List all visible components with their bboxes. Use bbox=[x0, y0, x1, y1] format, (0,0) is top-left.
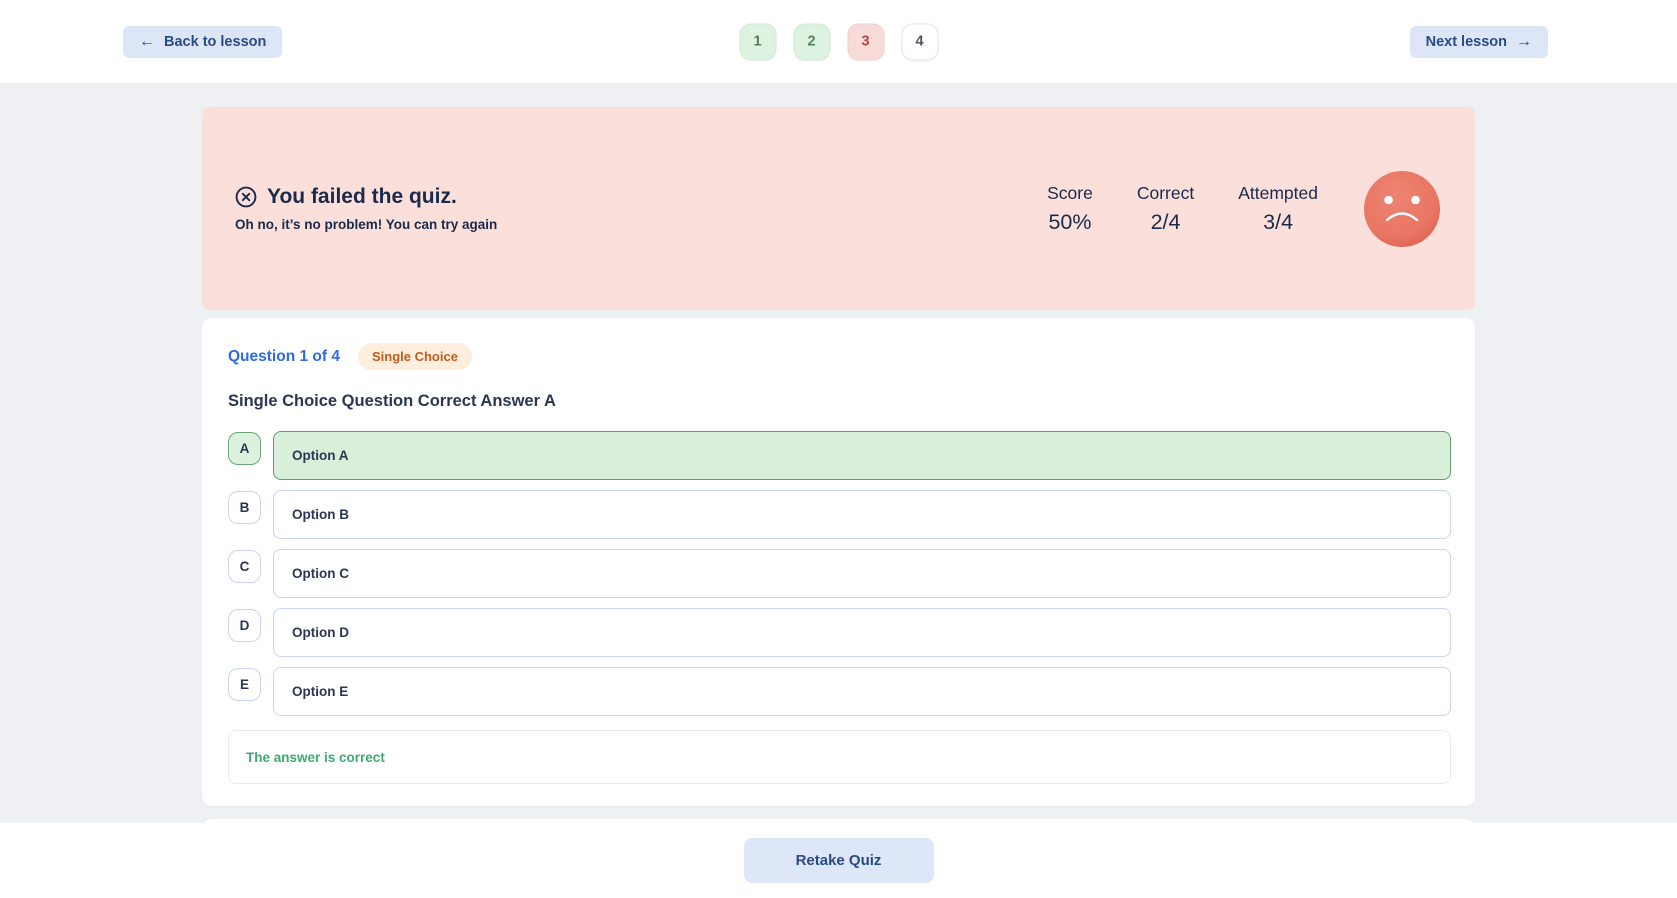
option-letter-badge-e[interactable]: E bbox=[228, 668, 261, 701]
circle-x-icon bbox=[235, 186, 257, 208]
stat-correct: Correct 2/4 bbox=[1137, 183, 1194, 235]
retake-quiz-button[interactable]: Retake Quiz bbox=[744, 838, 934, 883]
answer-feedback-text: The answer is correct bbox=[246, 750, 385, 765]
result-banner-text: You failed the quiz. Oh no, it’s no prob… bbox=[235, 185, 497, 232]
answer-options: A Option A B Option B C Option C D Optio… bbox=[228, 431, 1451, 716]
option-c[interactable]: Option C bbox=[273, 549, 1451, 598]
next-lesson-button[interactable]: Next lesson → bbox=[1410, 26, 1548, 58]
option-letter-badge-c[interactable]: C bbox=[228, 550, 261, 583]
question-pill-4[interactable]: 4 bbox=[901, 23, 938, 60]
option-d[interactable]: Option D bbox=[273, 608, 1451, 657]
question-type-badge: Single Choice bbox=[358, 343, 472, 370]
stat-attempted: Attempted 3/4 bbox=[1238, 183, 1318, 235]
sad-face-icon bbox=[1364, 171, 1440, 247]
option-letter-badge-a[interactable]: A bbox=[228, 432, 261, 465]
back-to-lesson-label: Back to lesson bbox=[164, 34, 266, 50]
option-row-e: E Option E bbox=[228, 667, 1451, 716]
answer-feedback: The answer is correct bbox=[228, 730, 1451, 784]
result-title: You failed the quiz. bbox=[267, 185, 457, 209]
arrow-left-icon: ← bbox=[139, 33, 155, 51]
question-number-pills: 1 2 3 4 bbox=[739, 23, 938, 60]
stat-attempted-value: 3/4 bbox=[1238, 210, 1318, 235]
question-title: Single Choice Question Correct Answer A bbox=[228, 392, 1451, 411]
bottom-action-bar: Retake Quiz bbox=[0, 823, 1677, 898]
result-subtitle: Oh no, it’s no problem! You can try agai… bbox=[235, 217, 497, 232]
question-card: Question 1 of 4 Single Choice Single Cho… bbox=[202, 318, 1475, 806]
stat-correct-value: 2/4 bbox=[1137, 210, 1194, 235]
question-pill-3[interactable]: 3 bbox=[847, 23, 884, 60]
option-letter-badge-d[interactable]: D bbox=[228, 609, 261, 642]
stat-correct-label: Correct bbox=[1137, 183, 1194, 204]
result-stats: Score 50% Correct 2/4 Attempted 3/4 bbox=[1047, 183, 1318, 235]
option-a[interactable]: Option A bbox=[273, 431, 1451, 480]
option-letter-badge-b[interactable]: B bbox=[228, 491, 261, 524]
option-row-c: C Option C bbox=[228, 549, 1451, 598]
option-row-d: D Option D bbox=[228, 608, 1451, 657]
question-pill-1[interactable]: 1 bbox=[739, 23, 776, 60]
question-pill-2[interactable]: 2 bbox=[793, 23, 830, 60]
stat-score-value: 50% bbox=[1047, 210, 1093, 235]
next-lesson-label: Next lesson bbox=[1426, 34, 1507, 50]
next-question-card-partial bbox=[202, 819, 1475, 823]
option-row-a: A Option A bbox=[228, 431, 1451, 480]
quiz-results-content: You failed the quiz. Oh no, it’s no prob… bbox=[0, 83, 1677, 823]
question-progress: Question 1 of 4 bbox=[228, 348, 340, 366]
stat-score-label: Score bbox=[1047, 183, 1093, 204]
stat-attempted-label: Attempted bbox=[1238, 183, 1318, 204]
option-row-b: B Option B bbox=[228, 490, 1451, 539]
arrow-right-icon: → bbox=[1516, 33, 1532, 51]
option-b[interactable]: Option B bbox=[273, 490, 1451, 539]
top-navigation-bar: ← Back to lesson 1 2 3 4 Next lesson → bbox=[0, 0, 1677, 83]
option-e[interactable]: Option E bbox=[273, 667, 1451, 716]
result-banner: You failed the quiz. Oh no, it’s no prob… bbox=[202, 107, 1475, 310]
stat-score: Score 50% bbox=[1047, 183, 1093, 235]
back-to-lesson-button[interactable]: ← Back to lesson bbox=[123, 26, 282, 58]
